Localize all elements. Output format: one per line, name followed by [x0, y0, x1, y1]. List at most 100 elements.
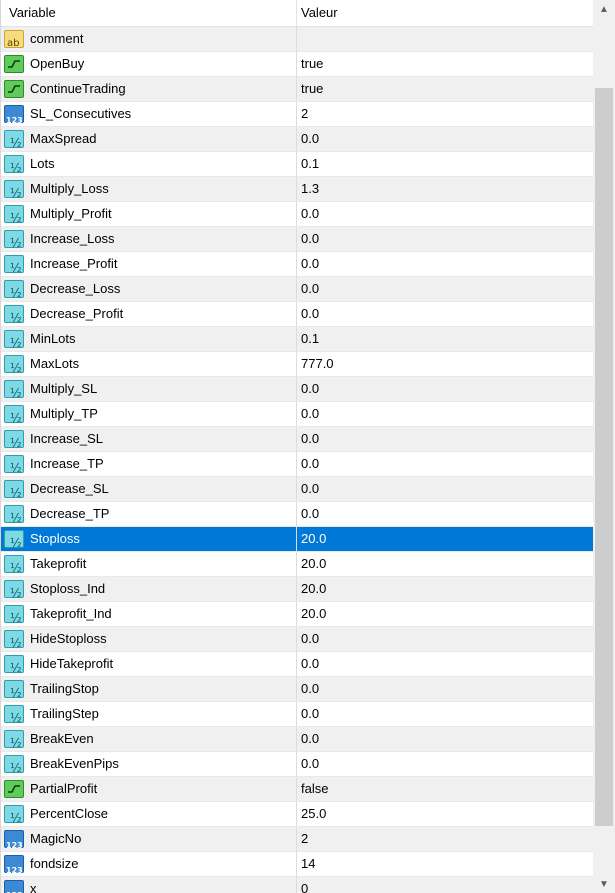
double-icon — [4, 630, 24, 655]
table-row[interactable]: Increase_Loss 0.0 — [1, 227, 593, 255]
table-row[interactable]: Decrease_TP 0.0 — [1, 502, 593, 530]
table-row[interactable]: Takeprofit_Ind 20.0 — [1, 602, 593, 630]
value-cell[interactable]: false — [297, 777, 593, 801]
variable-cell: Increase_Loss — [1, 227, 297, 255]
table-row[interactable]: Decrease_SL 0.0 — [1, 477, 593, 505]
value-cell[interactable]: 0.0 — [297, 652, 593, 676]
table-row[interactable]: Stoploss_Ind 20.0 — [1, 577, 593, 605]
value-cell[interactable]: 0 — [297, 877, 593, 893]
value-cell[interactable]: 20.0 — [297, 577, 593, 601]
value-cell[interactable]: 0.0 — [297, 252, 593, 276]
variable-name: MaxLots — [30, 356, 80, 371]
table-row[interactable]: MaxLots 777.0 — [1, 352, 593, 380]
value-cell[interactable]: 0.0 — [297, 402, 593, 426]
double-icon — [4, 430, 24, 455]
vertical-scrollbar[interactable]: ▲ ▼ — [593, 0, 615, 893]
value-cell[interactable]: 0.1 — [297, 152, 593, 176]
variable-name: PartialProfit — [30, 781, 98, 796]
table-row[interactable]: Decrease_Loss 0.0 — [1, 277, 593, 305]
value-cell[interactable]: 20.0 — [297, 527, 593, 551]
value-cell[interactable]: 0.0 — [297, 127, 593, 151]
value-cell[interactable]: 0.0 — [297, 227, 593, 251]
value-cell[interactable]: 20.0 — [297, 552, 593, 576]
value-cell[interactable]: 0.0 — [297, 202, 593, 226]
table-row[interactable]: comment — [1, 27, 593, 56]
table-row[interactable]: Multiply_Profit 0.0 — [1, 202, 593, 230]
value-cell[interactable]: 0.0 — [297, 277, 593, 301]
variable-name: Multiply_Profit — [30, 206, 112, 221]
value-cell[interactable]: 0.1 — [297, 327, 593, 351]
table-row[interactable]: BreakEven 0.0 — [1, 727, 593, 755]
table-row[interactable]: Multiply_SL 0.0 — [1, 377, 593, 405]
variable-name: Lots — [30, 156, 55, 171]
table-row[interactable]: Multiply_TP 0.0 — [1, 402, 593, 430]
value-cell[interactable]: 0.0 — [297, 477, 593, 501]
variable-cell: SL_Consecutives — [1, 102, 297, 133]
value-cell[interactable]: 0.0 — [297, 627, 593, 651]
value-cell[interactable]: 0.0 — [297, 452, 593, 476]
value-cell[interactable]: 1.3 — [297, 177, 593, 201]
value-cell[interactable]: 2 — [297, 827, 593, 851]
variable-cell: TrailingStep — [1, 702, 297, 730]
value-cell[interactable]: 777.0 — [297, 352, 593, 376]
variable-name: Stoploss — [30, 531, 80, 546]
column-header-value[interactable]: Valeur — [297, 0, 593, 26]
table-row[interactable]: Stoploss 20.0 — [1, 527, 593, 555]
table-row[interactable]: Lots 0.1 — [1, 152, 593, 180]
variable-cell: Multiply_SL — [1, 377, 297, 405]
value-cell[interactable]: 0.0 — [297, 727, 593, 751]
column-header-variable[interactable]: Variable — [1, 0, 297, 26]
table-row[interactable]: SL_Consecutives 2 — [1, 102, 593, 133]
double-icon — [4, 330, 24, 355]
value-cell[interactable]: true — [297, 77, 593, 101]
bool-icon — [4, 80, 24, 98]
double-icon — [4, 180, 24, 205]
table-row[interactable]: TrailingStep 0.0 — [1, 702, 593, 730]
double-icon — [4, 680, 24, 705]
table-row[interactable]: Multiply_Loss 1.3 — [1, 177, 593, 205]
int-icon — [4, 105, 24, 133]
value-cell[interactable]: 0.0 — [297, 677, 593, 701]
value-cell[interactable]: 0.0 — [297, 702, 593, 726]
table-row[interactable]: Increase_SL 0.0 — [1, 427, 593, 455]
value-cell[interactable]: true — [297, 52, 593, 76]
table-row[interactable]: HideStoploss 0.0 — [1, 627, 593, 655]
table-row[interactable]: Increase_TP 0.0 — [1, 452, 593, 480]
table-row[interactable]: MaxSpread 0.0 — [1, 127, 593, 155]
value-cell[interactable]: 0.0 — [297, 302, 593, 326]
table-row[interactable]: fondsize 14 — [1, 852, 593, 883]
value-cell[interactable]: 2 — [297, 102, 593, 126]
variable-cell: Multiply_Profit — [1, 202, 297, 230]
double-icon — [4, 405, 24, 430]
table-row[interactable]: PartialProfit false — [1, 777, 593, 802]
value-cell[interactable]: 20.0 — [297, 602, 593, 626]
value-cell[interactable]: 0.0 — [297, 377, 593, 401]
value-cell[interactable] — [297, 27, 593, 51]
variable-name: Decrease_Profit — [30, 306, 124, 321]
table-row[interactable]: MinLots 0.1 — [1, 327, 593, 355]
value-cell[interactable]: 14 — [297, 852, 593, 876]
value-cell[interactable]: 0.0 — [297, 502, 593, 526]
table-row[interactable]: BreakEvenPips 0.0 — [1, 752, 593, 780]
double-icon — [4, 230, 24, 255]
table-row[interactable]: OpenBuy true — [1, 52, 593, 77]
variable-name: Decrease_Loss — [30, 281, 121, 296]
variable-cell: OpenBuy — [1, 52, 297, 76]
table-row[interactable]: PercentClose 25.0 — [1, 802, 593, 830]
chevron-up-icon[interactable]: ▲ — [593, 0, 615, 18]
table-row[interactable]: MagicNo 2 — [1, 827, 593, 858]
table-row[interactable]: Takeprofit 20.0 — [1, 552, 593, 580]
table-row[interactable]: TrailingStop 0.0 — [1, 677, 593, 705]
value-cell[interactable]: 0.0 — [297, 427, 593, 451]
value-cell[interactable]: 0.0 — [297, 752, 593, 776]
scrollbar-thumb[interactable] — [595, 88, 613, 826]
variable-name: MinLots — [30, 331, 76, 346]
chevron-down-icon[interactable]: ▼ — [593, 875, 615, 893]
table-row[interactable]: x0 — [1, 877, 593, 893]
table-row[interactable]: Decrease_Profit 0.0 — [1, 302, 593, 330]
table-row[interactable]: ContinueTrading true — [1, 77, 593, 102]
variable-name: SL_Consecutives — [30, 106, 132, 121]
table-row[interactable]: Increase_Profit 0.0 — [1, 252, 593, 280]
table-row[interactable]: HideTakeprofit 0.0 — [1, 652, 593, 680]
value-cell[interactable]: 25.0 — [297, 802, 593, 826]
